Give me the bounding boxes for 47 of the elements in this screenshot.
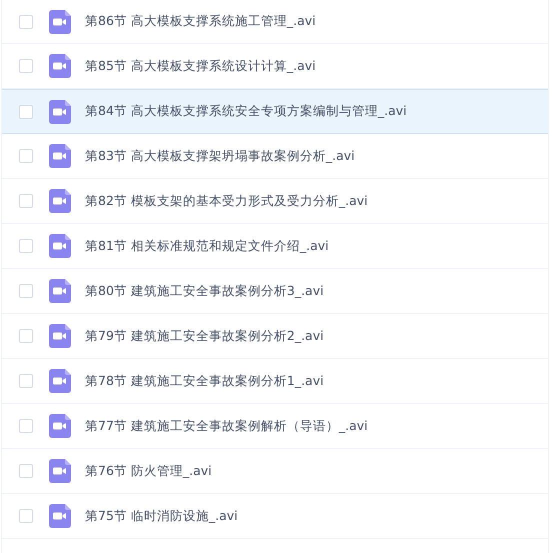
file-name: 第75节 临时消防设施_.avi — [85, 508, 238, 524]
file-name: 第76节 防火管理_.avi — [85, 462, 212, 480]
file-row[interactable]: 第79节 建筑施工安全事故案例分析2_.avi — [2, 314, 548, 359]
file-name: 第85节 高大模板支撑系统设计计算_.avi — [85, 58, 316, 74]
file-name: 第80节 建筑施工安全事故案例分析3_.avi — [85, 282, 324, 300]
file-name: 第81节 相关标准规范和规定文件介绍_.avi — [85, 238, 329, 254]
video-file-icon — [49, 100, 71, 124]
video-file-icon — [49, 54, 71, 78]
file-name: 第77节 建筑施工安全事故案例解析（导语）_.avi — [85, 418, 368, 434]
checkbox[interactable] — [19, 149, 33, 163]
file-row[interactable]: 第77节 建筑施工安全事故案例解析（导语）_.avi — [2, 404, 548, 449]
checkbox[interactable] — [19, 464, 33, 478]
video-file-icon — [49, 369, 71, 393]
video-file-icon — [49, 279, 71, 303]
file-name: 第84节 高大模板支撑系统安全专项方案编制与管理_.avi — [85, 103, 407, 120]
file-row[interactable]: 第82节 模板支架的基本受力形式及受力分析_.avi — [2, 179, 548, 224]
checkbox[interactable] — [19, 59, 33, 73]
checkbox[interactable] — [19, 329, 33, 343]
checkbox[interactable] — [19, 194, 33, 208]
file-row[interactable]: 第76节 防火管理_.avi — [2, 449, 548, 494]
file-row[interactable]: 第80节 建筑施工安全事故案例分析3_.avi — [2, 269, 548, 314]
file-row[interactable]: 第83节 高大模板支撑架坍塌事故案例分析_.avi — [2, 134, 548, 179]
video-file-icon — [49, 234, 71, 258]
checkbox[interactable] — [19, 419, 33, 433]
file-row[interactable]: 第81节 相关标准规范和规定文件介绍_.avi — [2, 224, 548, 269]
file-name: 第82节 模板支架的基本受力形式及受力分析_.avi — [85, 192, 368, 210]
checkbox[interactable] — [19, 14, 33, 28]
video-file-icon — [49, 10, 71, 34]
video-file-icon — [49, 144, 71, 168]
checkbox[interactable] — [19, 284, 33, 298]
video-file-icon — [49, 189, 71, 213]
file-name: 第86节 高大模板支撑系统施工管理_.avi — [85, 13, 316, 30]
video-file-icon — [49, 459, 71, 483]
checkbox[interactable] — [19, 239, 33, 253]
file-row[interactable]: 第84节 高大模板支撑系统安全专项方案编制与管理_.avi — [2, 89, 548, 134]
video-file-icon — [49, 324, 71, 348]
file-name: 第78节 建筑施工安全事故案例分析1_.avi — [85, 372, 324, 390]
file-name: 第83节 高大模板支撑架坍塌事故案例分析_.avi — [85, 148, 355, 164]
checkbox[interactable] — [19, 104, 33, 118]
file-row[interactable]: 第75节 临时消防设施_.avi — [2, 494, 548, 539]
checkbox[interactable] — [19, 374, 33, 388]
file-row[interactable]: 第86节 高大模板支撑系统施工管理_.avi — [2, 0, 548, 44]
file-row[interactable]: 第78节 建筑施工安全事故案例分析1_.avi — [2, 359, 548, 404]
video-file-icon — [49, 504, 71, 528]
checkbox[interactable] — [19, 509, 33, 523]
file-name: 第79节 建筑施工安全事故案例分析2_.avi — [85, 328, 324, 344]
video-file-icon — [49, 414, 71, 438]
